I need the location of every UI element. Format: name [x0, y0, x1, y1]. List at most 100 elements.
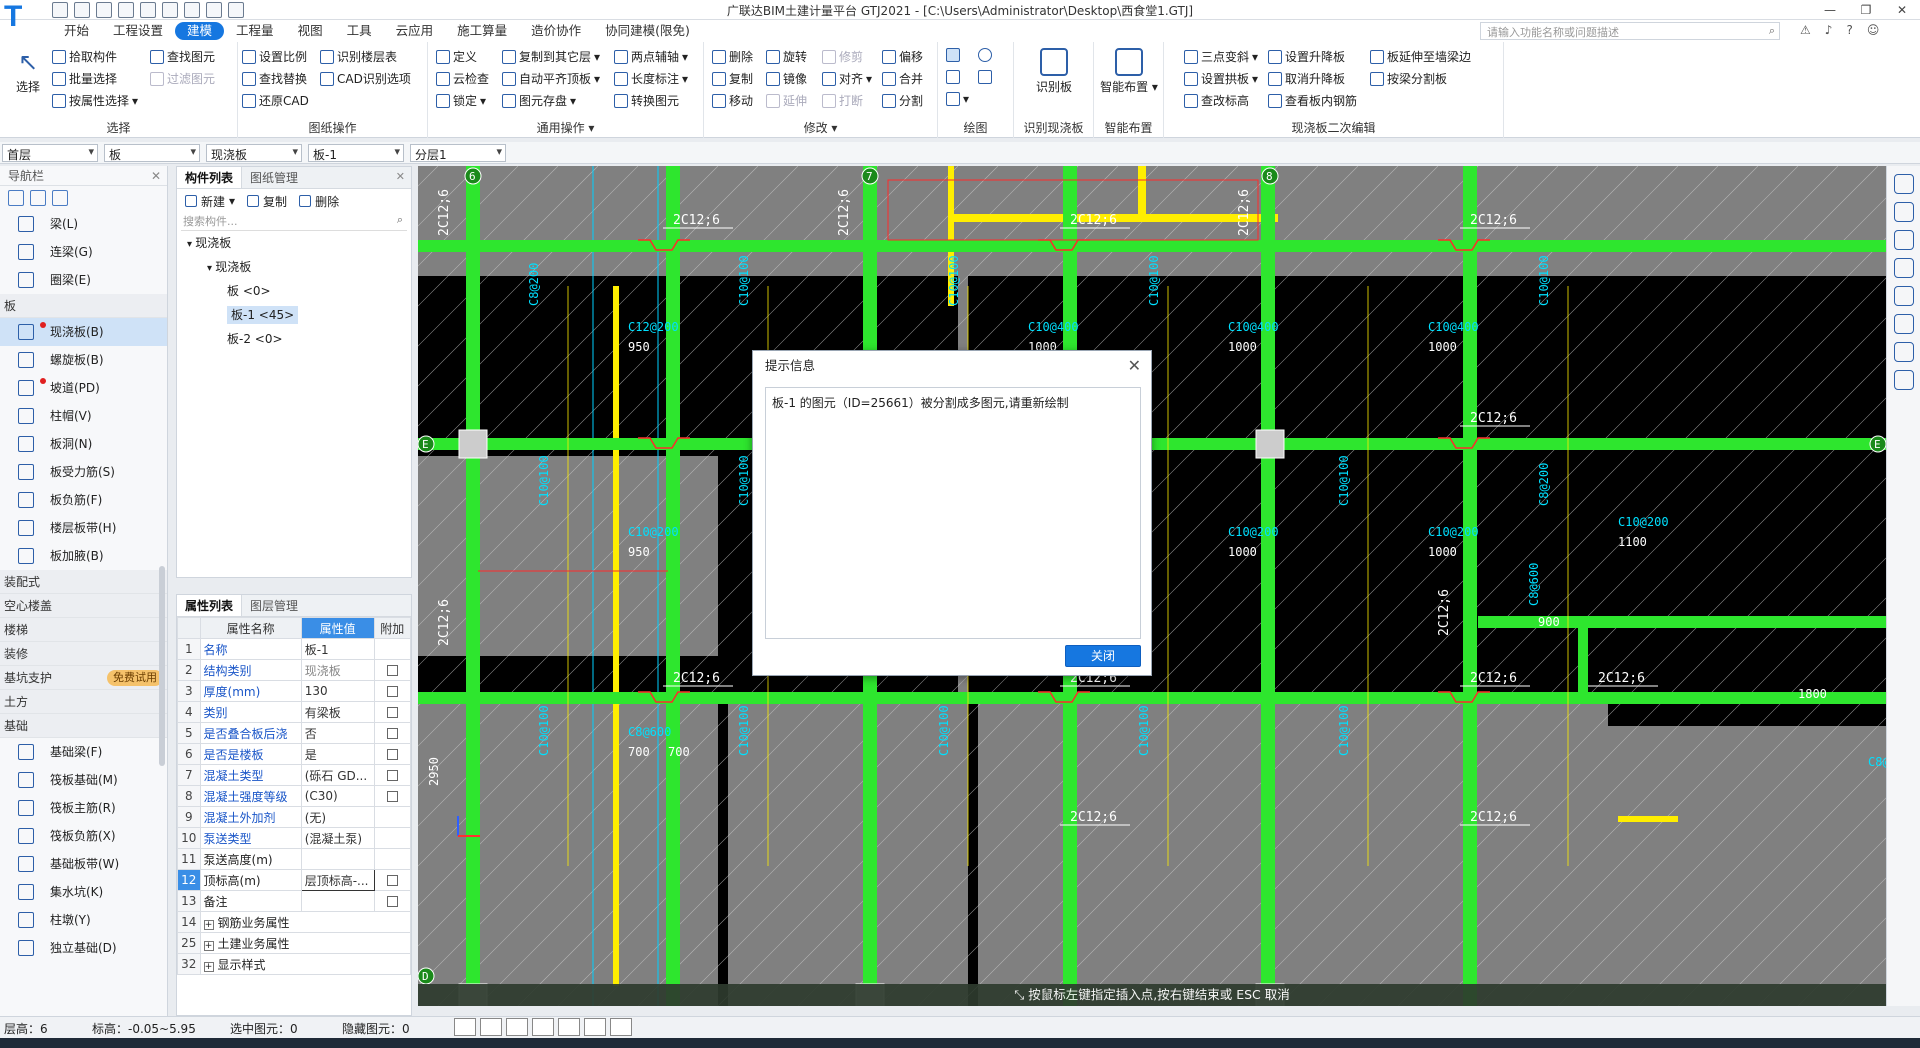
fit-view-icon[interactable] [1893, 286, 1914, 306]
tree-item[interactable]: 板 <0> [177, 279, 411, 303]
line-draw-button[interactable] [946, 70, 960, 84]
property-row[interactable]: 9 混凝土外加剂 (无) [177, 806, 412, 828]
property-row[interactable]: 1 名称 板-1 [177, 638, 412, 660]
three-point-slope-button[interactable]: 三点变斜 ▾ [1184, 48, 1258, 65]
layer-select[interactable]: 分层1 [410, 144, 506, 162]
tree-item[interactable]: 板-1 <45> [177, 303, 411, 327]
nav-category[interactable]: 装配式 [0, 570, 167, 594]
property-value[interactable]: (砾石 GD... [300, 764, 375, 786]
view-slab-rebar-button[interactable]: 查看板内钢筋 [1268, 92, 1357, 109]
nav-item[interactable]: 板洞(N) [0, 430, 167, 458]
property-row[interactable]: 11 泵送高度(m) [177, 848, 412, 870]
property-value[interactable] [300, 848, 375, 870]
expand-plus-icon[interactable]: + [203, 940, 214, 951]
drawing-canvas[interactable]: 6 7 8 E E D 2C12;6 2C12;6 2C12;6 2C12;6 2C12;6 2C12… [418, 166, 1886, 1006]
nav-item[interactable]: 筏板主筋(R) [0, 794, 167, 822]
property-value[interactable]: 130 [300, 680, 375, 702]
merge-button[interactable]: 合并 [882, 70, 923, 87]
view-3d-icon[interactable] [1893, 174, 1914, 194]
property-row[interactable]: 14 + 钢筋业务属性 [177, 911, 412, 933]
check-elevation-button[interactable]: 查改标高 [1184, 92, 1249, 109]
extend-button[interactable]: 延伸 [766, 92, 807, 109]
split-button[interactable]: 分割 [882, 92, 923, 109]
dialog-close-icon[interactable]: ✕ [1128, 351, 1141, 381]
define-button[interactable]: 定义 [436, 48, 477, 65]
property-row[interactable]: 2 结构类别 现浇板 [177, 659, 412, 681]
expand-plus-icon[interactable]: + [203, 919, 214, 930]
tab-property-list[interactable]: 属性列表 [177, 595, 243, 616]
mirror-button[interactable]: 镜像 [766, 70, 807, 87]
nav-item[interactable]: 圈梁(E) [0, 266, 167, 294]
tree-item[interactable]: ▾ 现浇板 [177, 231, 411, 255]
property-value[interactable]: 是 [300, 743, 375, 765]
extend-slab-button[interactable]: 板延伸至墙梁边 [1370, 48, 1471, 65]
align-button[interactable]: 对齐 ▾ [822, 70, 872, 87]
maximize-icon[interactable]: ❐ [1848, 0, 1884, 20]
extra-checkbox[interactable] [386, 770, 398, 781]
property-value[interactable]: (C30) [300, 785, 375, 807]
tab-layer-management[interactable]: 图层管理 [242, 595, 306, 616]
copy-component-button[interactable]: 复制 [247, 193, 287, 209]
zoom-icon[interactable] [1893, 314, 1914, 334]
rect-draw-button[interactable] [978, 70, 992, 84]
cross-icon[interactable] [506, 1018, 528, 1036]
batch-select-button[interactable]: 批量选择 [52, 70, 117, 87]
menu-item-8[interactable]: 造价协作 [519, 20, 593, 42]
lock-button[interactable]: 锁定 ▾ [436, 92, 486, 109]
category-select[interactable]: 板 [104, 144, 200, 162]
split-by-beam-button[interactable]: 按梁分割板 [1370, 70, 1447, 87]
type-select[interactable]: 现浇板 [206, 144, 302, 162]
ortho-icon[interactable] [454, 1018, 476, 1036]
property-value[interactable]: (混凝土泵) [300, 827, 375, 849]
auto-align-slab-button[interactable]: 自动平齐顶板 ▾ [502, 70, 600, 87]
user-icon[interactable]: ☺ [1867, 23, 1880, 37]
dynamic-input-icon[interactable] [558, 1018, 580, 1036]
menu-item-2[interactable]: 建模 [175, 22, 225, 40]
help-search-input[interactable]: 请输入功能名称或问题描述 ⌕ [1480, 22, 1780, 40]
nav-item[interactable]: 板受力筋(S) [0, 458, 167, 486]
nav-item[interactable]: 集水坑(K) [0, 878, 167, 906]
menu-item-1[interactable]: 工程设置 [101, 20, 175, 42]
nav-item[interactable]: 板加腋(B) [0, 542, 167, 570]
trim-button[interactable]: 修剪 [822, 48, 863, 65]
nav-category[interactable]: 板 [0, 294, 167, 318]
arc-draw-button[interactable] [978, 48, 992, 62]
delete-button[interactable]: 删除 [712, 48, 753, 65]
extra-checkbox[interactable] [386, 686, 398, 697]
nav-item[interactable]: 楼层板带(H) [0, 514, 167, 542]
select-by-property-button[interactable]: 按属性选择 ▾ [52, 92, 138, 109]
tree-item[interactable]: ▾ 现浇板 [177, 255, 411, 279]
property-value[interactable]: 有梁板 [300, 701, 375, 723]
property-row[interactable]: 3 厚度(mm) 130 [177, 680, 412, 702]
nav-item[interactable]: 螺旋板(B) [0, 346, 167, 374]
layer-icon[interactable] [1893, 258, 1914, 278]
find-replace-button[interactable]: 查找替换 [242, 70, 307, 87]
set-raise-slab-button[interactable]: 设置升降板 [1268, 48, 1345, 65]
view-top-icon[interactable] [1893, 202, 1914, 222]
nav-item[interactable]: 板负筋(F) [0, 486, 167, 514]
menu-item-3[interactable]: 工程量 [224, 20, 286, 42]
menu-item-9[interactable]: 协同建模(限免) [593, 20, 702, 42]
help-icon[interactable]: ? [1846, 23, 1852, 37]
list-view-icon[interactable] [30, 190, 46, 206]
nav-category[interactable]: 空心楼盖 [0, 594, 167, 618]
component-search-input[interactable]: 搜索构件... ⌕ [181, 213, 407, 231]
expand-plus-icon[interactable]: + [203, 961, 214, 972]
nav-item[interactable]: 筏板负筋(X) [0, 822, 167, 850]
angle-icon[interactable] [532, 1018, 554, 1036]
extra-checkbox[interactable] [386, 749, 398, 760]
nav-category[interactable]: 基础 [0, 714, 167, 738]
move-button[interactable]: 移动 [712, 92, 753, 109]
filter-element-button[interactable]: 过滤图元 [150, 70, 215, 87]
pick-component-button[interactable]: 拾取构件 [52, 48, 117, 65]
new-component-button[interactable]: 新建 ▾ [185, 193, 235, 209]
set-scale-button[interactable]: 设置比例 [242, 48, 307, 65]
menu-item-7[interactable]: 施工算量 [445, 20, 519, 42]
convert-element-button[interactable]: 转换图元 [614, 92, 679, 109]
smart-layout-button[interactable]: 智能布置 ▾ [1099, 48, 1159, 95]
set-arch-slab-button[interactable]: 设置拱板 ▾ [1184, 70, 1258, 87]
property-row[interactable]: 12 顶标高(m) 层顶标高-... [177, 869, 412, 891]
property-row[interactable]: 4 类别 有梁板 [177, 701, 412, 723]
property-row[interactable]: 5 是否叠合板后浇否 [177, 722, 412, 744]
select-button[interactable]: ↖ 选择 [10, 48, 46, 95]
